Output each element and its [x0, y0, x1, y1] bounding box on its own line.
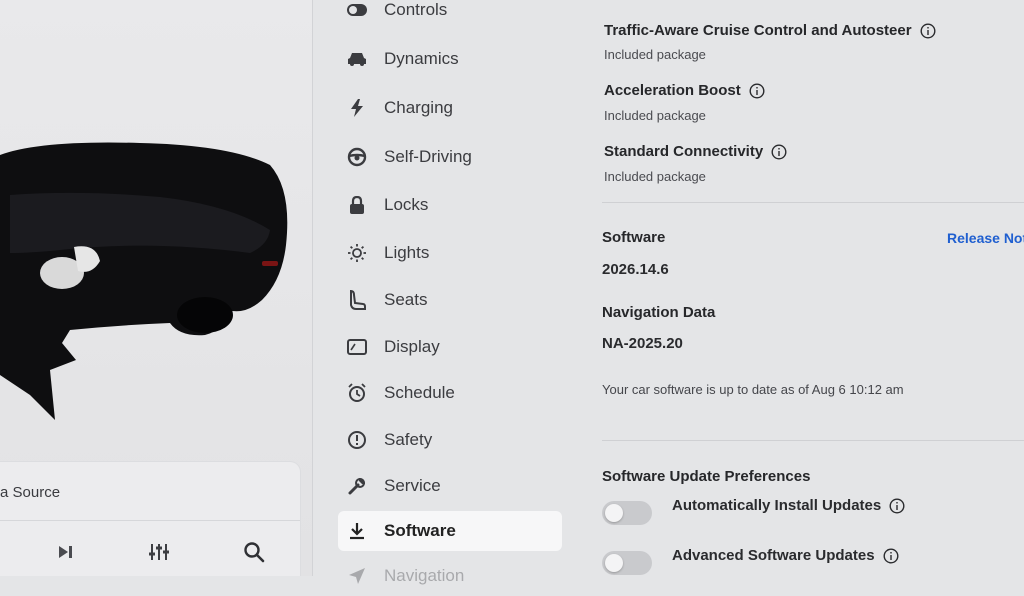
- feature-title: Acceleration Boost: [604, 82, 765, 99]
- navigation-data-version: NA-2025.20: [602, 335, 683, 352]
- feature-title: Standard Connectivity: [604, 143, 787, 160]
- advanced-updates-label: Advanced Software Updates: [672, 547, 899, 564]
- seat-icon: [346, 289, 368, 311]
- toggle-knob: [605, 504, 623, 522]
- next-track-button[interactable]: [52, 538, 80, 566]
- navigation-data-label: Navigation Data: [602, 304, 716, 321]
- media-divider: [0, 520, 300, 521]
- info-icon[interactable]: [920, 22, 936, 39]
- car-preview-pane: a Source: [0, 0, 313, 576]
- toggle-label-text: Advanced Software Updates: [672, 547, 875, 564]
- feature-subtitle: Included package: [604, 169, 706, 184]
- media-player-card[interactable]: a Source: [0, 462, 300, 576]
- auto-install-label: Automatically Install Updates: [672, 497, 905, 514]
- info-icon[interactable]: [883, 547, 899, 564]
- lock-icon: [346, 194, 368, 216]
- menu-item-schedule[interactable]: Schedule: [338, 373, 562, 413]
- toggle-knob: [605, 554, 623, 572]
- car-icon: [346, 48, 368, 70]
- display-icon: [346, 336, 368, 358]
- feature-title: Traffic-Aware Cruise Control and Autoste…: [604, 22, 936, 39]
- menu-item-safety[interactable]: Safety: [338, 420, 562, 460]
- bolt-icon: [346, 97, 368, 119]
- alert-icon: [346, 429, 368, 451]
- search-button[interactable]: [240, 538, 268, 566]
- menu-item-seats[interactable]: Seats: [338, 280, 562, 320]
- wrench-icon: [346, 475, 368, 497]
- media-source-label[interactable]: a Source: [0, 484, 60, 501]
- update-preferences-title: Software Update Preferences: [602, 468, 811, 485]
- toggle-icon: [346, 0, 368, 21]
- advanced-updates-toggle[interactable]: [602, 551, 652, 575]
- menu-item-service[interactable]: Service: [338, 466, 562, 506]
- feature-subtitle: Included package: [604, 108, 706, 123]
- section-divider: [602, 440, 1024, 441]
- menu-item-label: Lights: [384, 243, 430, 262]
- info-icon[interactable]: [749, 82, 765, 99]
- software-version: 2026.14.6: [602, 261, 669, 278]
- menu-item-label: Controls: [384, 0, 448, 19]
- menu-item-label: Self-Driving: [384, 147, 472, 166]
- settings-menu: Controls Dynamics Charging Self-Driving …: [338, 0, 564, 585]
- update-status-text: Your car software is up to date as of Au…: [602, 382, 904, 397]
- info-icon[interactable]: [889, 497, 905, 514]
- section-divider: [602, 202, 1024, 203]
- menu-item-label: Navigation: [384, 566, 465, 585]
- sun-icon: [346, 242, 368, 264]
- menu-item-dynamics[interactable]: Dynamics: [338, 39, 562, 79]
- download-icon: [346, 520, 368, 542]
- menu-item-locks[interactable]: Locks: [338, 185, 562, 225]
- feature-title-text: Standard Connectivity: [604, 143, 764, 160]
- navigation-icon: [346, 565, 368, 587]
- feature-title-text: Acceleration Boost: [604, 82, 741, 99]
- menu-item-label: Schedule: [384, 383, 455, 402]
- menu-item-charging[interactable]: Charging: [338, 88, 562, 128]
- car-image: [0, 142, 288, 420]
- steering-wheel-icon: [346, 146, 368, 168]
- menu-item-label: Safety: [384, 430, 433, 449]
- toggle-label-text: Automatically Install Updates: [672, 497, 882, 514]
- menu-item-label: Display: [384, 337, 440, 356]
- release-notes-link[interactable]: Release Not: [947, 230, 1024, 246]
- feature-title-text: Traffic-Aware Cruise Control and Autoste…: [604, 22, 912, 39]
- menu-item-lights[interactable]: Lights: [338, 233, 562, 273]
- menu-item-label: Charging: [384, 98, 453, 117]
- feature-subtitle: Included package: [604, 47, 706, 62]
- menu-item-label: Software: [384, 521, 456, 540]
- equalizer-icon: [149, 544, 169, 560]
- auto-install-toggle[interactable]: [602, 501, 652, 525]
- menu-item-display[interactable]: Display: [338, 327, 562, 367]
- search-icon: [244, 542, 265, 563]
- software-panel: Traffic-Aware Cruise Control and Autoste…: [580, 0, 1024, 576]
- menu-item-label: Dynamics: [384, 49, 459, 68]
- skip-next-icon: [59, 546, 72, 558]
- menu-item-label: Seats: [384, 290, 428, 309]
- menu-item-label: Service: [384, 476, 441, 495]
- menu-item-self-driving[interactable]: Self-Driving: [338, 137, 562, 177]
- info-icon[interactable]: [771, 143, 787, 160]
- equalizer-button[interactable]: [145, 538, 173, 566]
- alarm-clock-icon: [346, 382, 368, 404]
- menu-item-label: Locks: [384, 195, 429, 214]
- menu-item-controls[interactable]: Controls: [338, 0, 562, 30]
- menu-item-software[interactable]: Software: [338, 511, 562, 551]
- software-label: Software: [602, 229, 666, 246]
- menu-item-navigation[interactable]: Navigation: [338, 556, 562, 596]
